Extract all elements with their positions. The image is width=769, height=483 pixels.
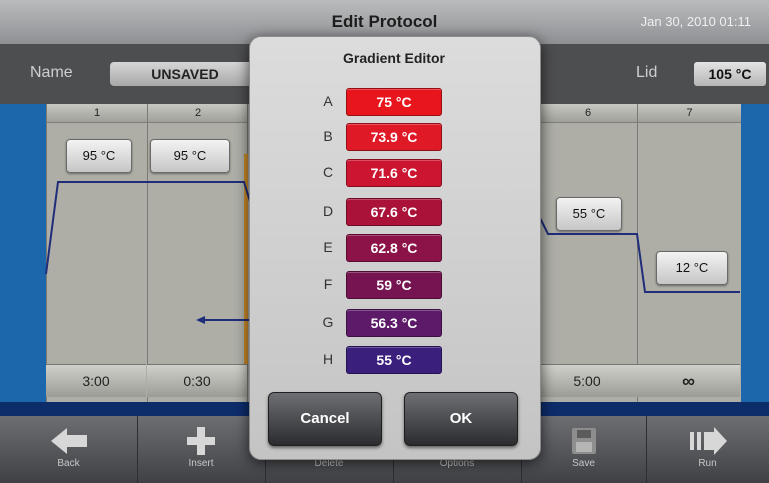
cancel-button[interactable]: Cancel — [268, 392, 382, 446]
ok-button[interactable]: OK — [404, 392, 518, 446]
step-7-time[interactable]: ∞ — [637, 364, 740, 397]
row-f-value[interactable]: 59 °C — [346, 271, 442, 299]
row-a-value[interactable]: 75 °C — [346, 88, 442, 116]
lid-label: Lid — [636, 64, 658, 81]
step-2-temp-box[interactable]: 95 °C — [150, 139, 230, 173]
row-e-letter: E — [323, 239, 333, 255]
row-f-letter: F — [323, 276, 333, 292]
step-7-temp-box[interactable]: 12 °C — [656, 251, 728, 285]
name-label: Name — [30, 64, 73, 81]
back-label: Back — [57, 458, 80, 469]
datetime-display: Jan 30, 2010 01:11 — [640, 14, 751, 29]
row-c-value[interactable]: 71.6 °C — [346, 159, 442, 187]
row-g-letter: G — [322, 314, 334, 330]
protocol-name-field[interactable]: UNSAVED — [110, 62, 260, 86]
back-button[interactable]: Back — [0, 416, 138, 483]
lid-temperature-field[interactable]: 105 °C — [694, 62, 766, 86]
save-label: Save — [572, 458, 595, 469]
row-g-value[interactable]: 56.3 °C — [346, 309, 442, 337]
row-a-letter: A — [323, 93, 333, 109]
plus-icon — [187, 427, 215, 455]
play-icon — [689, 427, 727, 455]
row-e-value[interactable]: 62.8 °C — [346, 234, 442, 262]
row-c-letter: C — [322, 164, 334, 180]
step-1-time[interactable]: 3:00 — [46, 364, 146, 397]
floppy-disk-icon — [571, 428, 596, 454]
row-b-value[interactable]: 73.9 °C — [346, 123, 442, 151]
row-d-value[interactable]: 67.6 °C — [346, 198, 442, 226]
row-h-letter: H — [322, 351, 334, 367]
step-2-time[interactable]: 0:30 — [147, 364, 247, 397]
row-b-letter: B — [323, 128, 333, 144]
run-label: Run — [698, 458, 717, 469]
step-6-time[interactable]: 5:00 — [537, 364, 637, 397]
run-button[interactable]: Run — [646, 416, 769, 483]
step-6-temp-box[interactable]: 55 °C — [556, 197, 622, 231]
insert-label: Insert — [188, 458, 214, 469]
row-h-value[interactable]: 55 °C — [346, 346, 442, 374]
row-d-letter: D — [322, 203, 334, 219]
step-1-temp-box[interactable]: 95 °C — [66, 139, 132, 173]
dialog-title: Gradient Editor — [343, 50, 445, 66]
arrow-left-icon — [50, 428, 87, 454]
insert-button[interactable]: Insert — [137, 416, 266, 483]
